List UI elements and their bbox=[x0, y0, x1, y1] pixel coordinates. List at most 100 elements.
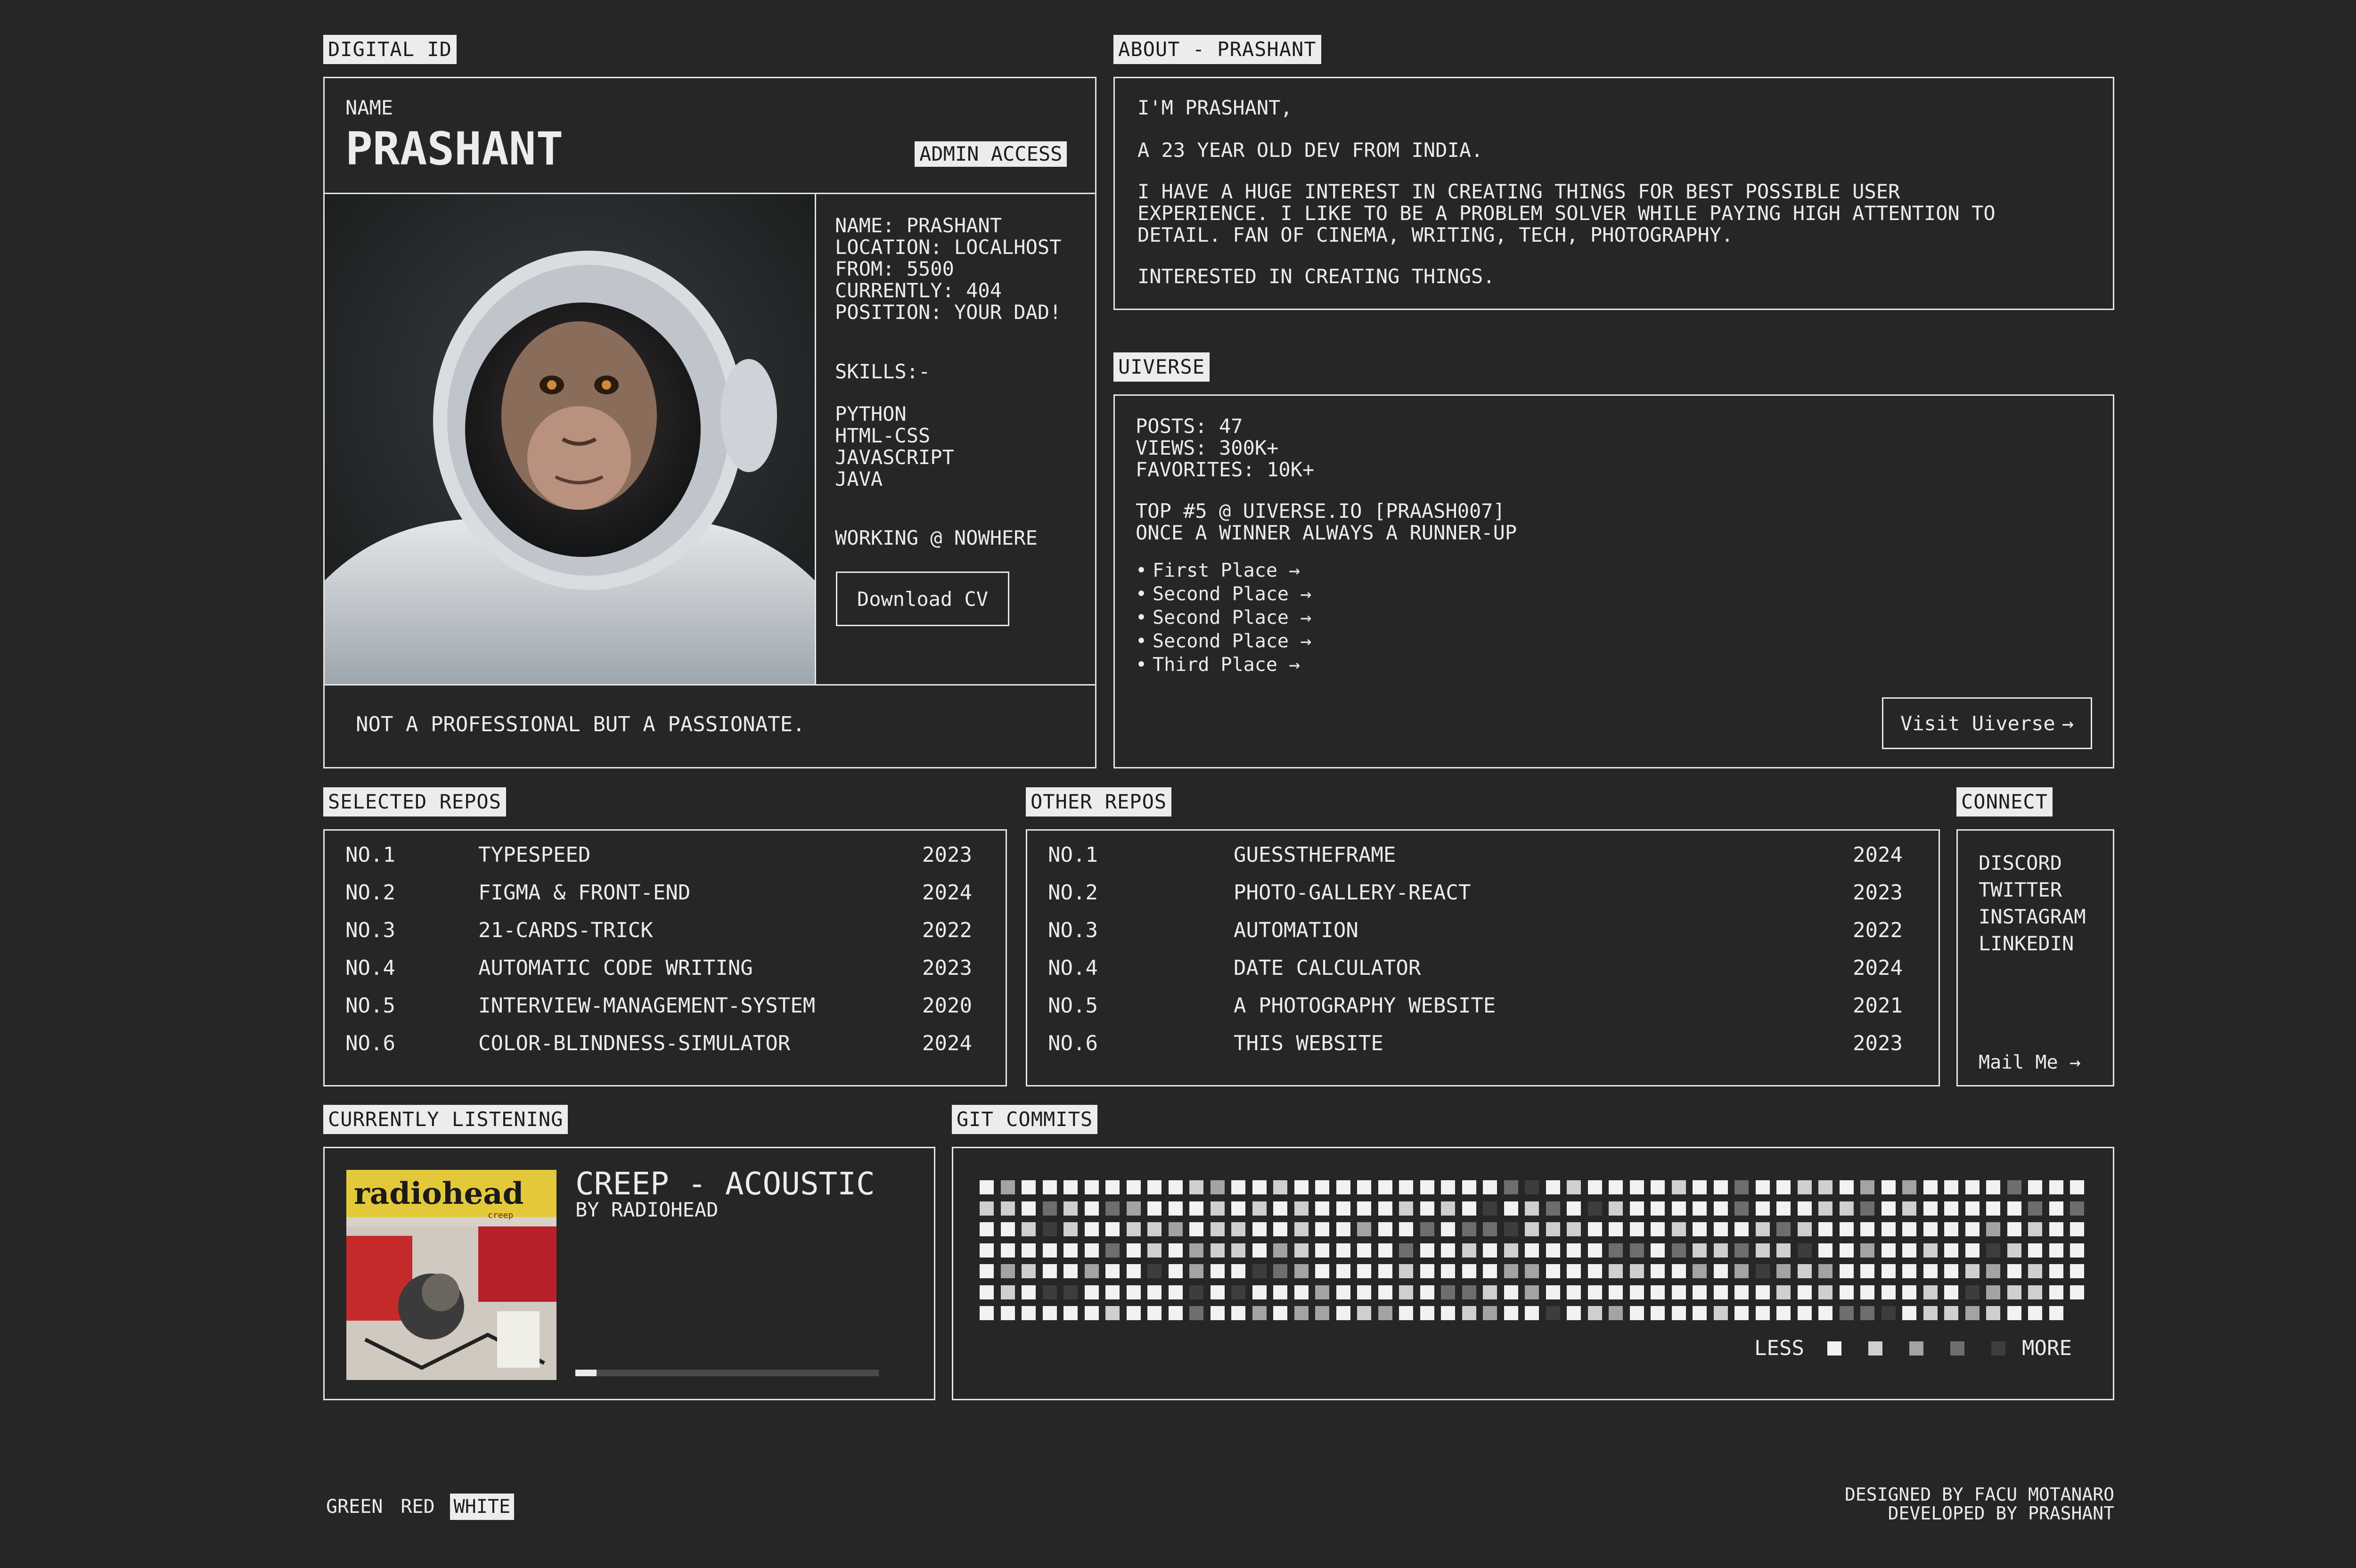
placement-link[interactable]: • Second Place → bbox=[1136, 629, 1311, 653]
table-row[interactable]: NO.5 INTERVIEW-MANAGEMENT-SYSTEM 2020 bbox=[325, 987, 1006, 1025]
placement-link[interactable]: • Second Place → bbox=[1136, 582, 1311, 606]
commit-cell bbox=[1755, 1180, 1770, 1194]
commit-cell bbox=[2028, 1180, 2042, 1194]
commit-cell bbox=[1231, 1243, 1245, 1258]
commit-cell bbox=[1671, 1306, 1686, 1320]
commit-cell bbox=[1420, 1264, 1434, 1278]
commit-cell bbox=[2049, 1285, 2063, 1299]
commit-cell bbox=[1000, 1306, 1015, 1320]
skill-item: HTML-CSS bbox=[835, 424, 931, 447]
commit-cell bbox=[980, 1222, 994, 1236]
table-row[interactable]: NO.6 COLOR-BLINDNESS-SIMULATOR 2024 bbox=[325, 1025, 1006, 1062]
commit-cell bbox=[1734, 1201, 1749, 1216]
commit-cell bbox=[1567, 1243, 1581, 1258]
commit-cell bbox=[2028, 1201, 2042, 1216]
commit-cell bbox=[2049, 1222, 2063, 1236]
table-row[interactable]: NO.4 AUTOMATIC CODE WRITING 2023 bbox=[325, 949, 1006, 987]
instagram-link[interactable]: INSTAGRAM bbox=[1979, 903, 2086, 930]
theme-white[interactable]: WHITE bbox=[450, 1494, 515, 1520]
mail-me-link[interactable]: Mail Me → bbox=[1979, 1051, 2081, 1074]
commit-cell bbox=[1399, 1180, 1413, 1194]
commit-cell bbox=[1797, 1306, 1812, 1320]
album-subtitle: creep bbox=[488, 1210, 514, 1220]
commit-cell bbox=[1084, 1264, 1099, 1278]
commit-cell bbox=[1839, 1243, 1854, 1258]
commit-cell bbox=[1797, 1180, 1812, 1194]
download-cv-button[interactable]: Download CV bbox=[836, 572, 1009, 626]
commit-cell bbox=[1546, 1306, 1560, 1320]
placement-link[interactable]: • Second Place → bbox=[1136, 606, 1311, 629]
commit-cell bbox=[2007, 1306, 2021, 1320]
legend-level-3 bbox=[1950, 1341, 1964, 1356]
table-row[interactable]: NO.6 THIS WEBSITE 2023 bbox=[1027, 1025, 1939, 1062]
visit-uiverse-button[interactable]: Visit Uiverse → bbox=[1882, 697, 2092, 749]
commit-cell bbox=[1231, 1180, 1245, 1194]
skill-item: JAVASCRIPT bbox=[835, 446, 954, 469]
commit-cell bbox=[2049, 1264, 2063, 1278]
commit-cell bbox=[1902, 1243, 1916, 1258]
commit-cell bbox=[1022, 1285, 1036, 1299]
song-progress-track[interactable] bbox=[575, 1370, 879, 1376]
commit-cell bbox=[1755, 1222, 1770, 1236]
commit-cell bbox=[1651, 1285, 1665, 1299]
commit-cell bbox=[1609, 1180, 1623, 1194]
commit-cell bbox=[1504, 1201, 1518, 1216]
commit-cell bbox=[1168, 1180, 1183, 1194]
commit-cell bbox=[1776, 1306, 1791, 1320]
commit-cell bbox=[1839, 1285, 1854, 1299]
commit-cell bbox=[1587, 1306, 1602, 1320]
commit-cell bbox=[1252, 1285, 1267, 1299]
table-row[interactable]: NO.1 GUESSTHEFRAME 2024 bbox=[1027, 836, 1939, 874]
commit-cell bbox=[1734, 1285, 1749, 1299]
commit-cell bbox=[1755, 1285, 1770, 1299]
table-row[interactable]: NO.3 21-CARDS-TRICK 2022 bbox=[325, 912, 1006, 949]
theme-green[interactable]: GREEN bbox=[323, 1494, 385, 1520]
commit-cell bbox=[1210, 1264, 1225, 1278]
twitter-link[interactable]: TWITTER bbox=[1979, 876, 2086, 903]
placement-link[interactable]: • First Place → bbox=[1136, 559, 1311, 582]
commit-cell bbox=[1923, 1201, 1938, 1216]
theme-red[interactable]: RED bbox=[398, 1494, 437, 1520]
working-status: WORKING @ NOWHERE bbox=[835, 526, 1038, 549]
table-row[interactable]: NO.3 AUTOMATION 2022 bbox=[1027, 912, 1939, 949]
repo-year: 2023 bbox=[922, 843, 972, 867]
commit-cell bbox=[1462, 1222, 1476, 1236]
skills-list: PYTHON HTML-CSS JAVASCRIPT JAVA bbox=[835, 403, 954, 490]
commit-cell bbox=[1776, 1243, 1791, 1258]
table-row[interactable]: NO.2 PHOTO-GALLERY-REACT 2023 bbox=[1027, 874, 1939, 912]
placement-label: First Place bbox=[1153, 560, 1277, 581]
commit-cell bbox=[1881, 1285, 1896, 1299]
placement-link[interactable]: • Third Place → bbox=[1136, 653, 1311, 677]
commit-cell bbox=[1860, 1306, 1874, 1320]
commit-cell bbox=[1609, 1264, 1623, 1278]
commit-cell bbox=[1587, 1285, 1602, 1299]
commit-cell bbox=[1504, 1285, 1518, 1299]
commit-cell bbox=[1839, 1264, 1854, 1278]
commit-cell bbox=[1420, 1201, 1434, 1216]
repo-number: NO.6 bbox=[345, 1031, 395, 1055]
commit-cell bbox=[1567, 1222, 1581, 1236]
commit-cell bbox=[1168, 1222, 1183, 1236]
commit-cell bbox=[1609, 1285, 1623, 1299]
other-repos-label: OTHER REPOS bbox=[1026, 787, 1172, 817]
commit-cell bbox=[1357, 1306, 1371, 1320]
repo-year: 2022 bbox=[1853, 918, 1903, 942]
commit-cell bbox=[1881, 1201, 1896, 1216]
table-row[interactable]: NO.1 TYPESPEED 2023 bbox=[325, 836, 1006, 874]
table-row[interactable]: NO.4 DATE CALCULATOR 2024 bbox=[1027, 949, 1939, 987]
table-row[interactable]: NO.5 A PHOTOGRAPHY WEBSITE 2021 bbox=[1027, 987, 1939, 1025]
discord-link[interactable]: DISCORD bbox=[1979, 849, 2086, 876]
commit-cell bbox=[1042, 1243, 1057, 1258]
linkedin-link[interactable]: LINKEDIN bbox=[1979, 930, 2086, 957]
admin-access-badge[interactable]: ADMIN ACCESS bbox=[915, 141, 1067, 167]
repo-number: NO.6 bbox=[1048, 1031, 1098, 1055]
commit-cell bbox=[1399, 1306, 1413, 1320]
commit-cell bbox=[1273, 1180, 1287, 1194]
commit-cell bbox=[1609, 1306, 1623, 1320]
table-row[interactable]: NO.2 FIGMA & FRONT-END 2024 bbox=[325, 874, 1006, 912]
skill-item: PYTHON bbox=[835, 402, 907, 425]
placement-label: Second Place bbox=[1153, 607, 1289, 629]
repo-year: 2024 bbox=[922, 881, 972, 905]
skill-item: JAVA bbox=[835, 467, 883, 490]
commit-cell bbox=[1902, 1306, 1916, 1320]
